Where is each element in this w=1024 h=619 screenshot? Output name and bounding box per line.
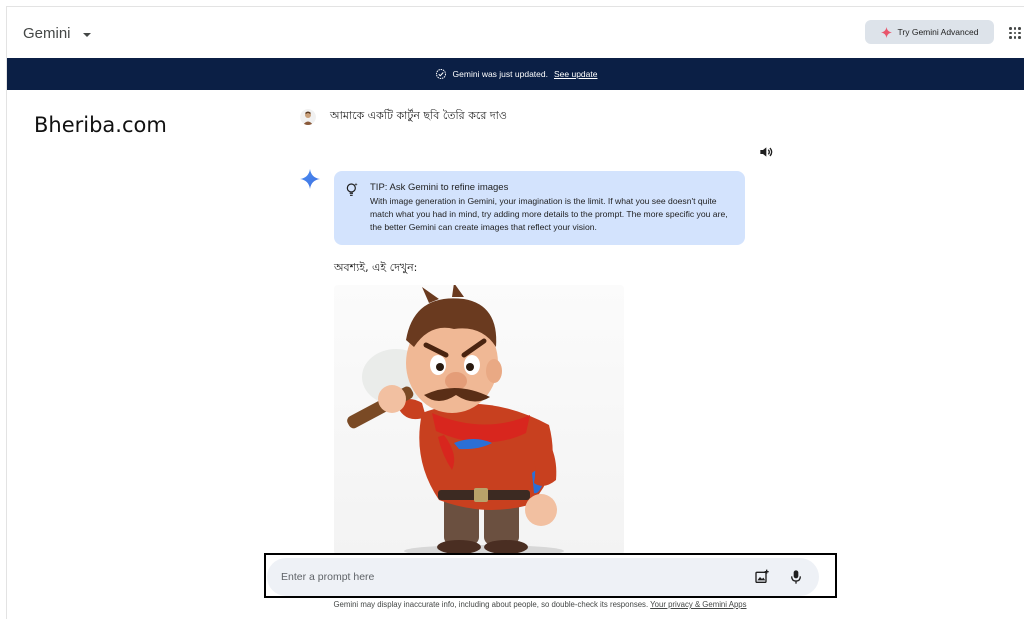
prompt-input[interactable] xyxy=(281,568,721,586)
see-update-link[interactable]: See update xyxy=(554,69,597,79)
user-avatar[interactable] xyxy=(300,108,316,125)
footer-disclaimer: Gemini may display inaccurate info, incl… xyxy=(0,600,1024,609)
try-gemini-advanced-label: Try Gemini Advanced xyxy=(897,27,979,37)
tip-title: TIP: Ask Gemini to refine images xyxy=(370,182,509,193)
check-badge-icon xyxy=(435,69,446,79)
try-gemini-advanced-button[interactable]: Try Gemini Advanced xyxy=(865,20,994,44)
caret-down-icon xyxy=(82,32,91,37)
user-prompt-text: আমাকে একটি কার্টুন ছবি তৈরি করে দাও xyxy=(330,109,507,122)
image-upload-icon[interactable] xyxy=(754,569,770,585)
generated-cartoon-image[interactable] xyxy=(334,285,624,555)
answer-text: অবশ্যই, এই দেখুন: xyxy=(334,261,418,274)
gemini-spark-icon xyxy=(300,169,320,189)
banner-message: Gemini was just updated. xyxy=(452,69,548,79)
google-apps-icon[interactable] xyxy=(1009,27,1021,39)
gemini-window: Gemini Try Gemini Advanced Gemini was ju… xyxy=(6,6,1024,619)
user-message: আমাকে একটি কার্টুন ছবি তৈরি করে দাও xyxy=(300,107,507,126)
tip-card: TIP: Ask Gemini to refine images With im… xyxy=(334,171,745,245)
speaker-icon[interactable] xyxy=(759,145,775,159)
disclaimer-text: Gemini may display inaccurate info, incl… xyxy=(333,600,649,609)
model-switcher[interactable]: Gemini xyxy=(23,25,91,42)
privacy-link[interactable]: Your privacy & Gemini Apps xyxy=(650,600,746,609)
top-bar: Gemini Try Gemini Advanced xyxy=(7,7,1024,57)
microphone-icon[interactable] xyxy=(789,569,803,585)
watermark-text: Bheriba.com xyxy=(34,113,167,137)
prompt-bar xyxy=(267,558,819,596)
app-title: Gemini xyxy=(23,25,71,42)
update-banner: Gemini was just updated. See update xyxy=(7,58,1024,90)
sparkle-icon xyxy=(880,26,892,38)
lightbulb-icon xyxy=(346,182,358,196)
tip-body: With image generation in Gemini, your im… xyxy=(370,196,728,232)
